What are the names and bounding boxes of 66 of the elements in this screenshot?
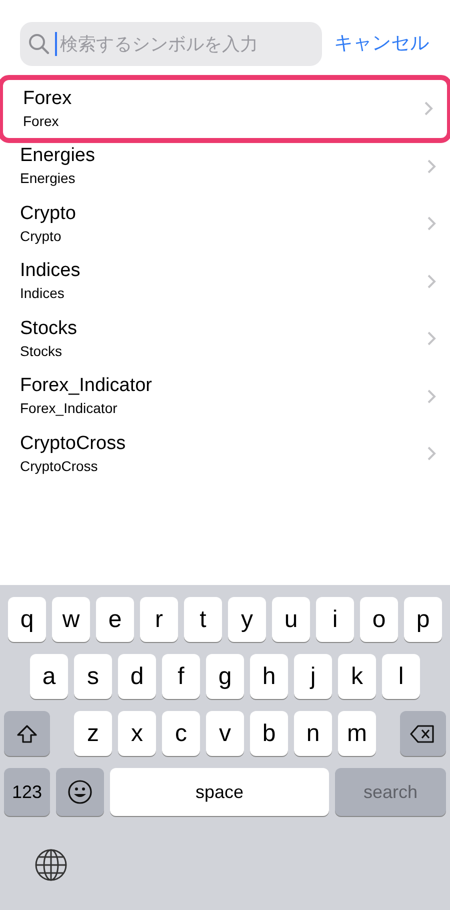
list-item[interactable]: Energies Energies	[0, 138, 450, 195]
list-item[interactable]: Crypto Crypto	[0, 195, 450, 252]
letter-key[interactable]: e	[96, 597, 134, 642]
letter-key[interactable]: d	[118, 654, 156, 699]
letter-key[interactable]: j	[294, 654, 332, 699]
shift-icon	[16, 722, 38, 744]
letter-key[interactable]: m	[338, 711, 376, 756]
item-subtitle: Forex	[23, 112, 60, 131]
item-title: Forex_Indicator	[20, 374, 154, 398]
letter-key[interactable]: p	[404, 597, 442, 642]
chevron-icon	[424, 101, 433, 116]
letter-key[interactable]: t	[184, 597, 222, 642]
item-title: CryptoCross	[20, 432, 127, 456]
chevron-icon	[427, 446, 436, 462]
letter-key[interactable]: c	[162, 711, 200, 756]
letter-key[interactable]: h	[250, 654, 288, 699]
search-icon	[28, 33, 50, 55]
cancel-button[interactable]: キャンセル	[334, 30, 429, 58]
item-subtitle: Crypto	[20, 226, 62, 246]
search-field[interactable]: 検索するシンボルを入力	[20, 22, 322, 66]
smiley-icon	[67, 779, 93, 805]
list-item[interactable]: CryptoCross CryptoCross	[0, 425, 450, 482]
item-title: Crypto	[20, 202, 77, 226]
emoji-key[interactable]	[56, 768, 104, 816]
item-title: Forex	[23, 86, 73, 111]
letter-key[interactable]: a	[30, 654, 68, 699]
letter-key[interactable]: x	[118, 711, 156, 756]
item-title: Indices	[20, 259, 82, 284]
list-item[interactable]: Forex_Indicator Forex_Indicator	[0, 368, 450, 425]
letter-key[interactable]: v	[206, 711, 244, 756]
letter-key[interactable]: b	[250, 711, 288, 756]
item-subtitle: Stocks	[20, 342, 64, 361]
letter-key[interactable]: l	[382, 654, 420, 699]
letter-key[interactable]: z	[74, 711, 112, 756]
list-item[interactable]: Stocks Stocks	[0, 310, 450, 368]
letter-key[interactable]: u	[272, 597, 310, 642]
chevron-icon	[427, 216, 436, 232]
backspace-icon	[410, 724, 436, 744]
letter-key[interactable]: f	[162, 654, 200, 699]
letter-key[interactable]: w	[52, 597, 90, 642]
globe-icon[interactable]	[34, 848, 68, 882]
shift-key[interactable]	[4, 711, 50, 756]
letter-key[interactable]: i	[316, 597, 354, 642]
chevron-icon	[427, 274, 436, 289]
item-subtitle: CryptoCross	[20, 456, 99, 476]
list-item[interactable]: Forex Forex	[3, 80, 447, 138]
item-subtitle: Forex_Indicator	[20, 399, 118, 418]
letter-key[interactable]: n	[294, 711, 332, 756]
space-key[interactable]: space	[110, 768, 329, 816]
letter-key[interactable]: y	[228, 597, 266, 642]
item-subtitle: Energies	[20, 169, 76, 188]
letter-key[interactable]: s	[74, 654, 112, 699]
item-title: Stocks	[20, 316, 78, 341]
letter-key[interactable]: g	[206, 654, 244, 699]
numbers-key[interactable]: 123	[4, 768, 50, 816]
chevron-icon	[427, 388, 436, 404]
letter-key[interactable]: o	[360, 597, 398, 642]
chevron-icon	[427, 331, 436, 346]
chevron-icon	[427, 158, 436, 174]
backspace-key[interactable]	[400, 711, 446, 756]
letter-key[interactable]: r	[140, 597, 178, 642]
item-subtitle: Indices	[20, 284, 66, 304]
list-item[interactable]: Indices Indices	[0, 252, 450, 310]
letter-key[interactable]: k	[338, 654, 376, 699]
letter-key[interactable]: q	[8, 597, 46, 642]
item-title: Energies	[20, 144, 96, 168]
